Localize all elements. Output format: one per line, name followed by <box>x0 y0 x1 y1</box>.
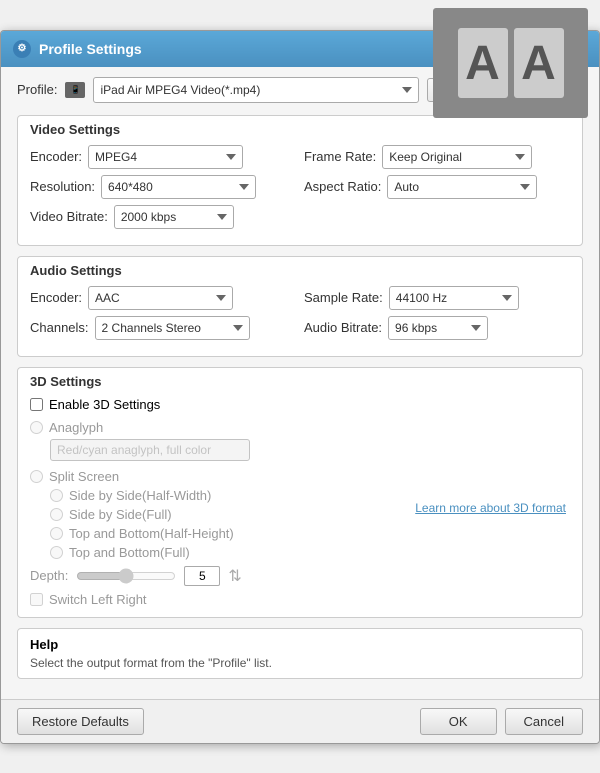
restore-defaults-button[interactable]: Restore Defaults <box>17 708 144 735</box>
bitrate-row: Video Bitrate: 2000 kbps <box>30 205 570 229</box>
switch-label: Switch Left Right <box>49 592 147 607</box>
depth-slider[interactable] <box>76 568 176 584</box>
profile-device-icon: 📱 <box>65 82 85 98</box>
learn-more-link[interactable]: Learn more about 3D format <box>415 501 566 515</box>
profile-select[interactable]: iPad Air MPEG4 Video(*.mp4) <box>93 77 418 103</box>
help-title: Help <box>30 637 570 652</box>
top-half-row: Top and Bottom(Half-Height) <box>50 526 405 541</box>
title-bar-left: ⚙ Profile Settings <box>13 40 142 58</box>
side-full-label: Side by Side(Full) <box>69 507 172 522</box>
dialog-body: Profile: 📱 iPad Air MPEG4 Video(*.mp4) S… <box>1 67 599 699</box>
depth-spinner: ⇅ <box>228 566 241 586</box>
samplerate-label: Sample Rate: <box>304 290 383 305</box>
side-half-label: Side by Side(Half-Width) <box>69 488 211 503</box>
split-screen-radio-row: Split Screen <box>30 469 405 484</box>
anaglyph-select[interactable]: Red/cyan anaglyph, full color <box>50 439 250 461</box>
side-full-radio[interactable] <box>50 508 63 521</box>
anaglyph-label: Anaglyph <box>49 420 103 435</box>
side-full-row: Side by Side(Full) <box>50 507 405 522</box>
audio-encoder-row: Encoder: AAC Sample Rate: 44100 Hz <box>30 286 570 310</box>
3d-settings-title: 3D Settings <box>30 374 570 389</box>
3d-settings-section: 3D Settings Enable 3D Settings Anaglyph … <box>17 367 583 618</box>
aspect-select[interactable]: Auto <box>387 175 537 199</box>
video-settings-section: Video Settings Encoder: MPEG4 Frame Rate… <box>17 115 583 246</box>
top-half-radio[interactable] <box>50 527 63 540</box>
audio-settings-section: Audio Settings Encoder: AAC Sample Rate:… <box>17 256 583 357</box>
encoder-label: Encoder: <box>30 149 82 164</box>
side-half-row: Side by Side(Half-Width) <box>50 488 405 503</box>
audio-settings-title: Audio Settings <box>30 263 570 278</box>
top-half-label: Top and Bottom(Half-Height) <box>69 526 234 541</box>
cancel-button[interactable]: Cancel <box>505 708 583 735</box>
resolution-label: Resolution: <box>30 179 95 194</box>
profile-label: Profile: <box>17 82 57 97</box>
channels-select[interactable]: 2 Channels Stereo <box>95 316 250 340</box>
resolution-row: Resolution: 640*480 Aspect Ratio: Auto <box>30 175 570 199</box>
preview-a-left: A <box>458 30 508 99</box>
window-title: Profile Settings <box>39 41 142 57</box>
profile-settings-dialog: ⚙ Profile Settings × Profile: 📱 iPad Air… <box>0 30 600 744</box>
aspect-label: Aspect Ratio: <box>304 179 381 194</box>
anaglyph-radio[interactable] <box>30 421 43 434</box>
audio-encoder-select[interactable]: AAC <box>88 286 233 310</box>
3d-preview: A A <box>433 30 588 119</box>
app-icon: ⚙ <box>13 40 31 58</box>
anaglyph-radio-row: Anaglyph <box>30 420 405 435</box>
framerate-label: Frame Rate: <box>304 149 376 164</box>
split-screen-label: Split Screen <box>49 469 119 484</box>
samplerate-select[interactable]: 44100 Hz <box>389 286 519 310</box>
footer-right: OK Cancel <box>420 708 583 735</box>
audio-encoder-label: Encoder: <box>30 290 82 305</box>
audiobitrate-label: Audio Bitrate: <box>304 320 382 335</box>
resolution-select[interactable]: 640*480 <box>101 175 256 199</box>
channels-label: Channels: <box>30 320 89 335</box>
preview-a-right: A <box>514 30 564 99</box>
enable-3d-label[interactable]: Enable 3D Settings <box>49 397 160 412</box>
side-half-radio[interactable] <box>50 489 63 502</box>
switch-checkbox[interactable] <box>30 593 43 606</box>
top-full-label: Top and Bottom(Full) <box>69 545 190 560</box>
depth-value[interactable] <box>184 566 220 586</box>
depth-label: Depth: <box>30 568 68 583</box>
encoder-select[interactable]: MPEG4 <box>88 145 243 169</box>
audiobitrate-select[interactable]: 96 kbps <box>388 316 488 340</box>
help-text: Select the output format from the "Profi… <box>30 656 570 670</box>
split-screen-radio[interactable] <box>30 470 43 483</box>
switch-row: Switch Left Right <box>30 592 405 607</box>
framerate-select[interactable]: Keep Original <box>382 145 532 169</box>
ok-button[interactable]: OK <box>420 708 497 735</box>
video-settings-title: Video Settings <box>30 122 570 137</box>
help-section: Help Select the output format from the "… <box>17 628 583 679</box>
top-full-radio[interactable] <box>50 546 63 559</box>
enable-3d-row: Enable 3D Settings <box>30 397 570 412</box>
encoder-row: Encoder: MPEG4 Frame Rate: Keep Original <box>30 145 570 169</box>
enable-3d-checkbox[interactable] <box>30 398 43 411</box>
footer: Restore Defaults OK Cancel <box>1 699 599 743</box>
channels-row: Channels: 2 Channels Stereo Audio Bitrat… <box>30 316 570 340</box>
depth-row: Depth: ⇅ <box>30 566 405 586</box>
bitrate-select[interactable]: 2000 kbps <box>114 205 234 229</box>
bitrate-label: Video Bitrate: <box>30 209 108 224</box>
top-full-row: Top and Bottom(Full) <box>50 545 405 560</box>
